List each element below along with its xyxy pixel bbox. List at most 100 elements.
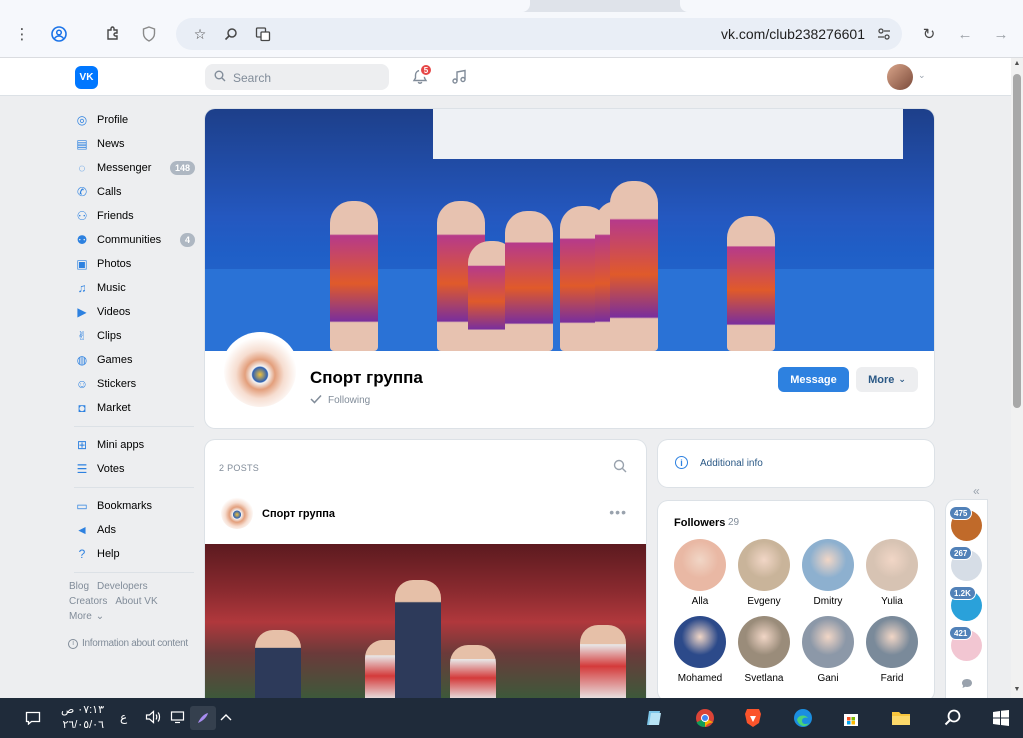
collapse-chats-icon[interactable]: « <box>973 484 980 498</box>
follower-name[interactable]: Alla <box>668 596 732 607</box>
brave-icon[interactable] <box>740 706 766 730</box>
sidebar-item-news[interactable]: ▤ News <box>68 132 198 156</box>
message-button[interactable]: Message <box>778 367 849 392</box>
bookmark-star-icon[interactable]: ☆ <box>188 22 212 46</box>
sidebar-item-market[interactable]: ◘ Market <box>68 396 198 420</box>
sidebar-item-friends[interactable]: ⚇ Friends <box>68 204 198 228</box>
scroll-up-arrow-icon[interactable]: ▲ <box>1011 60 1023 70</box>
more-link[interactable]: More <box>69 611 92 622</box>
sidebar-item-calls[interactable]: ✆ Calls <box>68 180 198 204</box>
store-icon[interactable] <box>838 706 864 730</box>
followers-title[interactable]: Followers <box>674 517 725 529</box>
developers-link[interactable]: Developers <box>97 581 148 592</box>
follower-name[interactable]: Gani <box>796 673 860 684</box>
follower-avatar[interactable] <box>674 539 726 591</box>
reload-icon[interactable]: ↻ <box>917 22 941 46</box>
sidebar-item-photos[interactable]: ▣ Photos <box>68 252 198 276</box>
sidebar-item-videos[interactable]: ▶ Videos <box>68 300 198 324</box>
post-image[interactable] <box>205 544 646 700</box>
follower-avatar[interactable] <box>866 616 918 668</box>
sidebar-item-help[interactable]: ? Help <box>68 542 198 566</box>
sidebar-item-communities[interactable]: ⚉ Communities 4 <box>68 228 198 252</box>
shield-icon[interactable] <box>137 22 161 46</box>
system-clock[interactable]: ٠٧:١٣ ص ٢٦/٠٥/٠٦ <box>50 703 104 733</box>
scroll-down-arrow-icon[interactable]: ▼ <box>1011 686 1023 696</box>
file-explorer-icon[interactable] <box>888 706 914 730</box>
sidebar-item-bookmarks[interactable]: ▭ Bookmarks <box>68 494 198 518</box>
follower-item[interactable]: Gani <box>796 616 860 684</box>
content-info-link[interactable]: i Information about content <box>68 638 198 649</box>
follower-name[interactable]: Mohamed <box>668 673 732 684</box>
chat-bubble-icon[interactable] <box>961 678 973 692</box>
sidebar-item-mini-apps[interactable]: ⊞ Mini apps <box>68 433 198 457</box>
sidebar-item-profile[interactable]: ◎ Profile <box>68 108 198 132</box>
language-indicator[interactable]: ع <box>120 710 127 724</box>
sidebar-item-games[interactable]: ◍ Games <box>68 348 198 372</box>
network-icon[interactable] <box>170 710 186 727</box>
user-avatar[interactable] <box>887 64 913 90</box>
chevron-up-icon[interactable] <box>220 710 232 724</box>
sidebar-item-stickers[interactable]: ☺ Stickers <box>68 372 198 396</box>
following-status[interactable]: Following <box>310 394 370 407</box>
follower-name[interactable]: Dmitry <box>796 596 860 607</box>
follower-item[interactable]: Farid <box>860 616 924 684</box>
post-menu-icon[interactable]: ••• <box>609 504 627 520</box>
about-link[interactable]: About VK <box>115 596 157 607</box>
follower-avatar[interactable] <box>802 539 854 591</box>
sidebar-item-clips[interactable]: ✌ Clips <box>68 324 198 348</box>
active-tab[interactable] <box>0 0 530 12</box>
vk-logo[interactable]: VK <box>75 66 98 89</box>
search-input[interactable]: Search <box>205 64 389 90</box>
chrome-icon[interactable] <box>692 706 718 730</box>
page-scrollbar[interactable]: ▲ ▼ <box>1011 58 1023 698</box>
follower-name[interactable]: Evgeny <box>732 596 796 607</box>
sidebar-item-messenger[interactable]: ◌ Messenger 148 <box>68 156 198 180</box>
post-author-name[interactable]: Спорт группа <box>262 508 335 520</box>
extensions-icon[interactable] <box>101 22 125 46</box>
blog-link[interactable]: Blog <box>69 581 89 592</box>
follower-item[interactable]: Evgeny <box>732 539 796 607</box>
follower-avatar[interactable] <box>738 539 790 591</box>
site-settings-icon[interactable] <box>872 22 896 46</box>
follower-avatar[interactable] <box>802 616 854 668</box>
zoom-icon[interactable] <box>219 22 243 46</box>
volume-icon[interactable] <box>145 710 161 727</box>
group-avatar[interactable] <box>221 332 299 410</box>
inactive-tab[interactable] <box>680 0 1023 12</box>
sidebar-item-votes[interactable]: ☰ Votes <box>68 457 198 481</box>
follower-item[interactable]: Yulia <box>860 539 924 607</box>
chevron-down-icon[interactable]: ⌄ <box>96 611 104 622</box>
creators-link[interactable]: Creators <box>69 596 107 607</box>
follower-avatar[interactable] <box>738 616 790 668</box>
post-author-avatar[interactable] <box>221 497 253 529</box>
follower-item[interactable]: Dmitry <box>796 539 860 607</box>
address-bar[interactable]: ☆ vk.com/club238276601 <box>176 18 902 50</box>
sidebar-item-ads[interactable]: ◄ Ads <box>68 518 198 542</box>
follower-name[interactable]: Svetlana <box>732 673 796 684</box>
follower-name[interactable]: Yulia <box>860 596 924 607</box>
search-icon[interactable] <box>940 706 966 730</box>
scrollbar-thumb[interactable] <box>1013 74 1021 408</box>
music-icon[interactable] <box>448 66 470 88</box>
profile-icon[interactable] <box>47 22 71 46</box>
translate-icon[interactable] <box>251 22 275 46</box>
follower-item[interactable]: Mohamed <box>668 616 732 684</box>
follower-avatar[interactable] <box>674 616 726 668</box>
back-icon[interactable]: ← <box>953 22 977 46</box>
notifications-center-icon[interactable] <box>20 706 46 730</box>
files-app-icon[interactable] <box>642 706 668 730</box>
windows-start-icon[interactable] <box>988 706 1014 730</box>
forward-icon[interactable]: → <box>989 22 1013 46</box>
url-text[interactable]: vk.com/club238276601 <box>721 26 865 42</box>
follower-item[interactable]: Alla <box>668 539 732 607</box>
follower-name[interactable]: Farid <box>860 673 924 684</box>
additional-info-card[interactable]: i Additional info <box>658 440 934 487</box>
pen-icon[interactable] <box>190 706 216 730</box>
follower-avatar[interactable] <box>866 539 918 591</box>
chevron-down-icon[interactable]: ⌄ <box>918 70 926 81</box>
more-button[interactable]: More ⌄ <box>856 367 918 392</box>
edge-icon[interactable] <box>790 706 816 730</box>
sidebar-item-music[interactable]: ♫ Music <box>68 276 198 300</box>
browser-menu-icon[interactable]: ⋮ <box>10 22 34 46</box>
wall-search-icon[interactable] <box>613 459 627 476</box>
